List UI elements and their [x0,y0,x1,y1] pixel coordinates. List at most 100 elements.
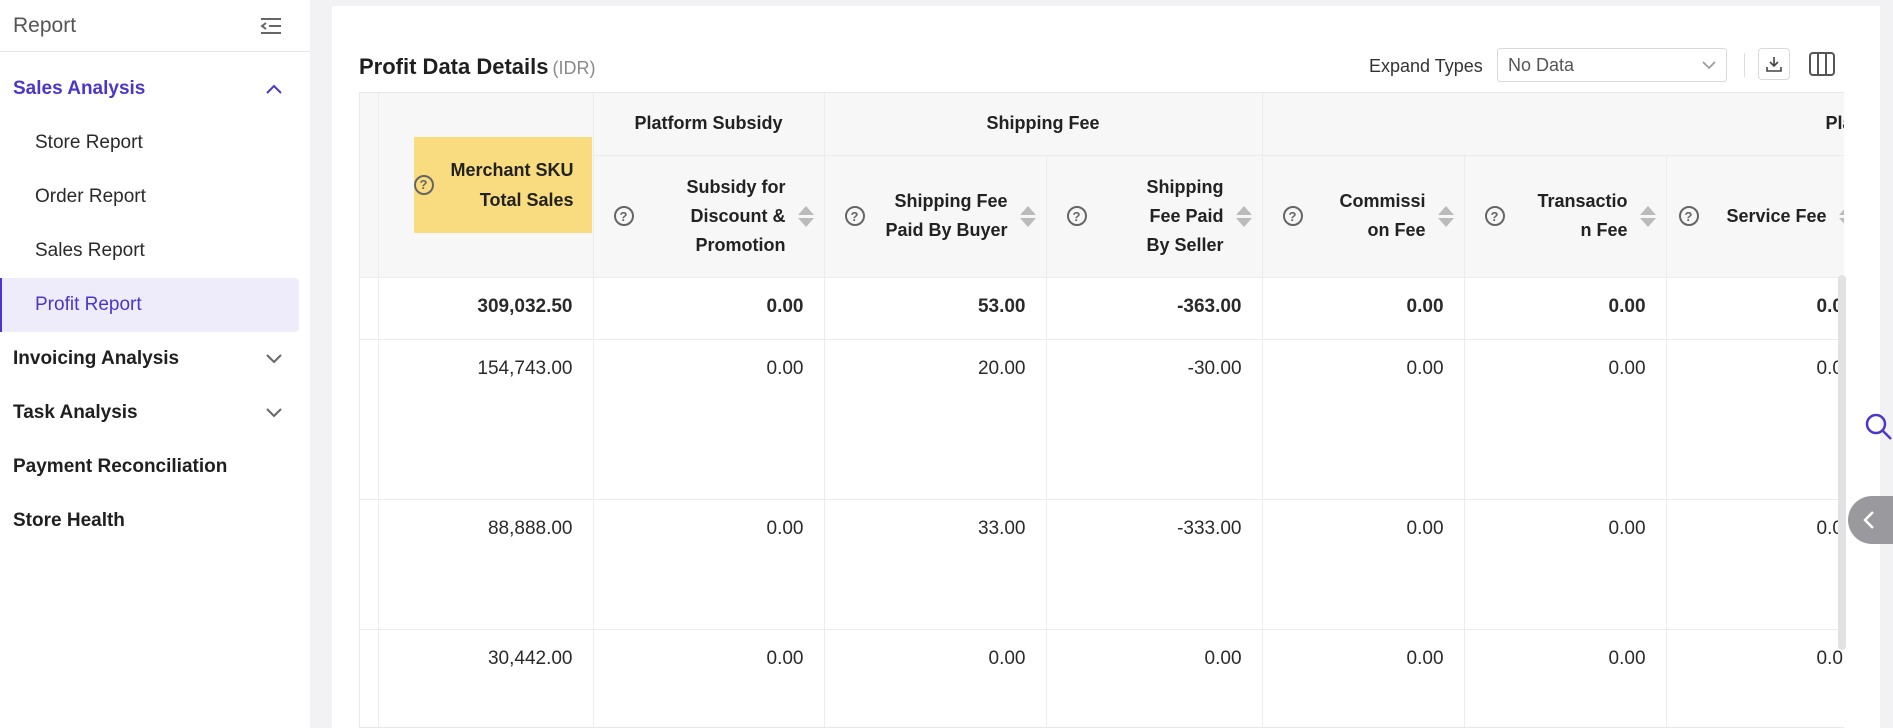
column-header-transaction-fee[interactable]: ? Transaction Fee [1464,155,1667,278]
card-header: Profit Data Details (IDR) Expand Types No… [359,48,1880,84]
help-icon[interactable]: ? [1484,206,1505,226]
sidebar: Report Sales Analysis Store Report Order… [0,0,310,728]
sort-icon[interactable] [797,205,814,227]
cell-shipping-seller: -333.00 [1046,499,1263,630]
columns-icon [1809,52,1835,76]
column-label: Merchant SKU Total Sales [450,160,574,210]
column-header-merchant-sku-total-sales[interactable]: ? Merchant SKU Total Sales [378,93,594,278]
cell-subsidy: 0.00 [593,277,825,340]
chevron-down-icon [266,408,282,418]
cell-subsidy: 0.00 [593,499,825,630]
cell-commission: 0.00 [1262,339,1465,500]
sort-icon[interactable] [1838,205,1844,227]
column-label: Service Fee [1726,205,1827,226]
sidebar-group-task-analysis[interactable]: Task Analysis [0,386,310,440]
cell-commission: 0.00 [1262,499,1465,630]
sidebar-header: Report [0,0,310,52]
help-icon[interactable]: ? [844,206,865,226]
table-row: 30,442.00 0.00 0.00 0.00 0.00 0.00 0.0 [360,629,1844,727]
column-header-shipping-fee-seller[interactable]: ? Shipping Fee Paid By Seller [1046,155,1263,278]
cell-shipping-seller: 0.00 [1046,629,1263,727]
sidebar-item-sales-report[interactable]: Sales Report [0,224,310,278]
collapse-menu-icon[interactable] [260,17,282,35]
chevron-down-icon [266,354,282,364]
cell-transaction: 0.00 [1464,339,1667,500]
column-label: Shipping Fee Paid By Seller [1146,176,1224,255]
chevron-down-icon [1702,60,1716,69]
help-icon[interactable]: ? [1678,206,1699,226]
sidebar-group-label: Sales Analysis [13,78,146,99]
floating-search-button[interactable] [1864,412,1893,447]
sidebar-nav: Sales Analysis Store Report Order Report… [0,52,310,548]
cell-service: 0.0 [1666,277,1844,340]
group-header-platform: Platf [1262,93,1844,156]
help-icon[interactable]: ? [613,206,634,226]
sidebar-item-store-health[interactable]: Store Health [0,494,310,548]
cell-service: 0.0 [1666,499,1844,630]
sidebar-group-sales-analysis[interactable]: Sales Analysis [0,62,310,116]
profit-table: ? Merchant SKU Total Sales Platform Subs… [359,92,1844,728]
column-header-shipping-fee-buyer[interactable]: ? Shipping Fee Paid By Buyer [824,155,1047,278]
help-icon[interactable]: ? [1282,206,1303,226]
cell-commission: 0.00 [1262,277,1465,340]
column-header-subsidy-discount[interactable]: ? Subsidy for Discount & Promotion [593,155,825,278]
expand-types-value: No Data [1508,54,1575,75]
cell-merchant-sku-total-sales: 309,032.50 [378,277,594,340]
sidebar-group-invoicing-analysis[interactable]: Invoicing Analysis [0,332,310,386]
cell-merchant-sku-total-sales: 88,888.00 [378,499,594,630]
column-header-commission-fee[interactable]: ? Commission Fee [1262,155,1465,278]
sort-icon[interactable] [1019,205,1036,227]
download-icon [1766,57,1782,72]
sidebar-group-label: Store Health [13,510,125,531]
sidebar-group-label: Invoicing Analysis [13,348,180,369]
group-header-platform-subsidy: Platform Subsidy [593,93,825,156]
column-label: Commission Fee [1339,191,1426,240]
column-label: Transaction Fee [1537,191,1628,240]
expand-types-label: Expand Types [1369,56,1483,76]
cell-transaction: 0.00 [1464,629,1667,727]
cell-merchant-sku-total-sales: 154,743.00 [378,339,594,500]
floating-collapse-button[interactable] [1848,496,1893,544]
cell-shipping-buyer: 20.00 [824,339,1047,500]
chevron-left-icon [1863,511,1874,529]
sidebar-item-payment-reconciliation[interactable]: Payment Reconciliation [0,440,310,494]
title-text: Profit Data Details [359,54,549,79]
column-header-service-fee[interactable]: ? Service Fee [1666,155,1844,278]
cell-subsidy: 0.00 [593,339,825,500]
cell-shipping-buyer: 33.00 [824,499,1047,630]
search-icon [1865,413,1892,440]
sidebar-item-store-report[interactable]: Store Report [0,116,310,170]
cell-shipping-seller: -363.00 [1046,277,1263,340]
download-button[interactable] [1758,48,1790,80]
sort-icon[interactable] [1639,205,1656,227]
columns-settings-button[interactable] [1805,48,1839,80]
table-row: 88,888.00 0.00 33.00 -333.00 0.00 0.00 0… [360,499,1844,630]
sidebar-item-profit-report[interactable]: Profit Report [0,278,299,332]
merchant-sku-header-highlight: ? Merchant SKU Total Sales [413,137,592,233]
row-selector-column [360,93,379,278]
help-icon[interactable]: ? [1066,206,1087,226]
cell-transaction: 0.00 [1464,499,1667,630]
sidebar-group-label: Task Analysis [13,402,138,423]
column-label: Subsidy for Discount & Promotion [686,176,786,255]
sort-icon[interactable] [1235,205,1252,227]
currency-unit: (IDR) [552,58,596,78]
help-icon[interactable]: ? [413,175,434,195]
cell-service: 0.0 [1666,629,1844,727]
cell-commission: 0.00 [1262,629,1465,727]
cell-transaction: 0.00 [1464,277,1667,340]
sort-icon[interactable] [1437,205,1454,227]
expand-types-select[interactable]: No Data [1497,48,1727,82]
sidebar-group-label: Payment Reconciliation [13,456,228,477]
chevron-up-icon [266,84,282,94]
table-row: 154,743.00 0.00 20.00 -30.00 0.00 0.00 0… [360,339,1844,500]
sidebar-item-order-report[interactable]: Order Report [0,170,310,224]
table-row-summary: 309,032.50 0.00 53.00 -363.00 0.00 0.00 … [360,277,1844,340]
group-header-shipping-fee: Shipping Fee [824,93,1263,156]
cell-service: 0.0 [1666,339,1844,500]
cell-merchant-sku-total-sales: 30,442.00 [378,629,594,727]
main-card: Profit Data Details (IDR) Expand Types No… [332,6,1880,728]
column-label: Shipping Fee Paid By Buyer [885,191,1008,240]
table-vertical-scrollbar[interactable] [1838,275,1846,650]
cell-shipping-buyer: 53.00 [824,277,1047,340]
